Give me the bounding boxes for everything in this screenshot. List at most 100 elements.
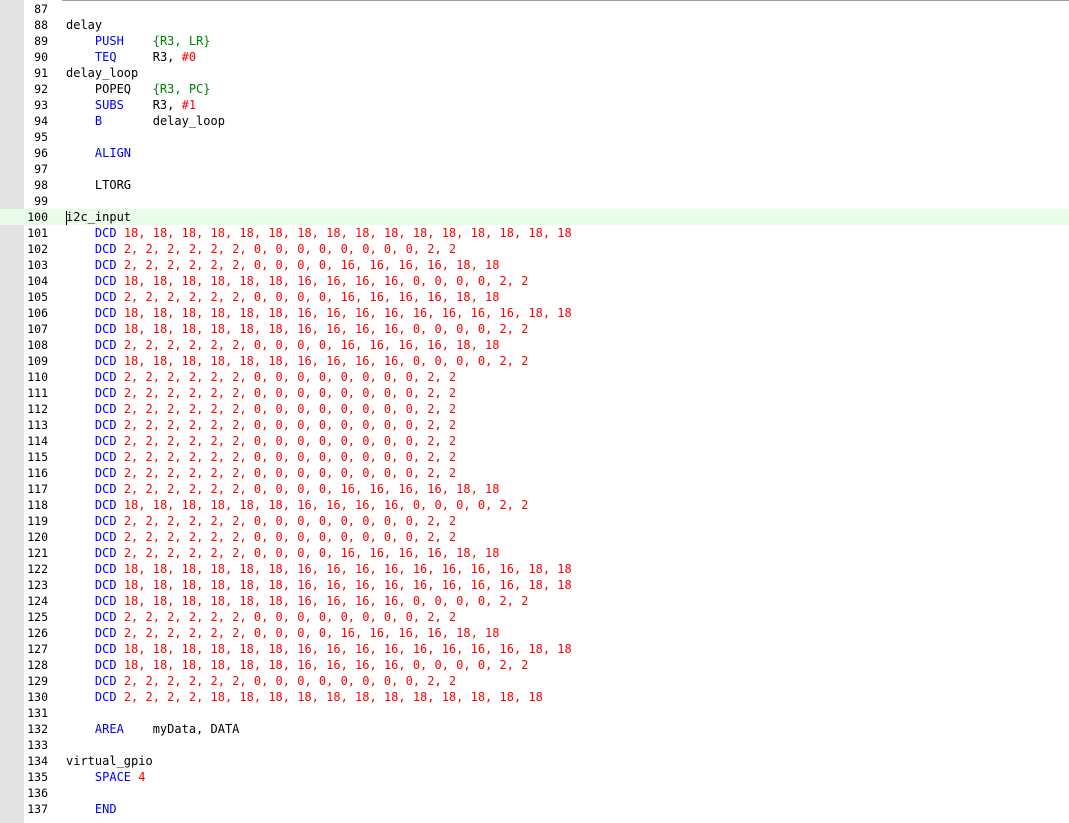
code-line[interactable]: 124 DCD 18, 18, 18, 18, 18, 18, 16, 16, … [0,593,1069,609]
line-text[interactable]: DCD 2, 2, 2, 2, 2, 2, 0, 0, 0, 0, 0, 0, … [66,401,456,417]
line-text[interactable]: DCD 18, 18, 18, 18, 18, 18, 16, 16, 16, … [66,353,529,369]
line-text[interactable]: AREA myData, DATA [66,721,240,737]
code-line[interactable]: 110 DCD 2, 2, 2, 2, 2, 2, 0, 0, 0, 0, 0,… [0,369,1069,385]
code-line[interactable]: 105 DCD 2, 2, 2, 2, 2, 2, 0, 0, 0, 0, 16… [0,289,1069,305]
code-line[interactable]: 109 DCD 18, 18, 18, 18, 18, 18, 16, 16, … [0,353,1069,369]
code-line[interactable]: 125 DCD 2, 2, 2, 2, 2, 2, 0, 0, 0, 0, 0,… [0,609,1069,625]
code-line[interactable]: 104 DCD 18, 18, 18, 18, 18, 18, 16, 16, … [0,273,1069,289]
code-line[interactable]: 127 DCD 18, 18, 18, 18, 18, 18, 16, 16, … [0,641,1069,657]
line-text[interactable]: DCD 2, 2, 2, 2, 2, 2, 0, 0, 0, 0, 16, 16… [66,257,500,273]
code-line[interactable]: 121 DCD 2, 2, 2, 2, 2, 2, 0, 0, 0, 0, 16… [0,545,1069,561]
code-line[interactable]: 94 B delay_loop [0,113,1069,129]
code-line[interactable]: 119 DCD 2, 2, 2, 2, 2, 2, 0, 0, 0, 0, 0,… [0,513,1069,529]
line-text[interactable]: DCD 18, 18, 18, 18, 18, 18, 16, 16, 16, … [66,577,572,593]
code-line[interactable]: 97 [0,161,1069,177]
code-line[interactable]: 117 DCD 2, 2, 2, 2, 2, 2, 0, 0, 0, 0, 16… [0,481,1069,497]
code-line[interactable]: 134 virtual_gpio [0,753,1069,769]
code-line[interactable]: 133 [0,737,1069,753]
code-line[interactable]: 106 DCD 18, 18, 18, 18, 18, 18, 16, 16, … [0,305,1069,321]
code-line[interactable]: 88 delay [0,17,1069,33]
line-text[interactable]: DCD 2, 2, 2, 2, 2, 2, 0, 0, 0, 0, 0, 0, … [66,609,456,625]
line-text[interactable]: DCD 18, 18, 18, 18, 18, 18, 16, 16, 16, … [66,561,572,577]
code-line[interactable]: 100 i2c_input [0,209,1069,225]
code-line[interactable]: 112 DCD 2, 2, 2, 2, 2, 2, 0, 0, 0, 0, 0,… [0,401,1069,417]
code-line[interactable]: 120 DCD 2, 2, 2, 2, 2, 2, 0, 0, 0, 0, 0,… [0,529,1069,545]
code-line[interactable]: 113 DCD 2, 2, 2, 2, 2, 2, 0, 0, 0, 0, 0,… [0,417,1069,433]
code-line[interactable]: 128 DCD 18, 18, 18, 18, 18, 18, 16, 16, … [0,657,1069,673]
code-line[interactable]: 116 DCD 2, 2, 2, 2, 2, 2, 0, 0, 0, 0, 0,… [0,465,1069,481]
line-number: 131 [27,706,48,720]
code-line[interactable]: 93 SUBS R3, #1 [0,97,1069,113]
code-line[interactable]: 96 ALIGN [0,145,1069,161]
code-line[interactable]: 126 DCD 2, 2, 2, 2, 2, 2, 0, 0, 0, 0, 16… [0,625,1069,641]
code-line[interactable]: 136 [0,785,1069,801]
line-text[interactable]: delay_loop [66,65,138,81]
code-line[interactable]: 111 DCD 2, 2, 2, 2, 2, 2, 0, 0, 0, 0, 0,… [0,385,1069,401]
line-text[interactable]: DCD 18, 18, 18, 18, 18, 18, 16, 16, 16, … [66,273,529,289]
line-text[interactable]: DCD 2, 2, 2, 2, 2, 2, 0, 0, 0, 0, 0, 0, … [66,673,456,689]
line-text[interactable]: DCD 2, 2, 2, 2, 2, 2, 0, 0, 0, 0, 0, 0, … [66,417,456,433]
code-line[interactable]: 90 TEQ R3, #0 [0,49,1069,65]
code-line[interactable]: 92 POPEQ {R3, PC} [0,81,1069,97]
code-line[interactable]: 115 DCD 2, 2, 2, 2, 2, 2, 0, 0, 0, 0, 0,… [0,449,1069,465]
code-line[interactable]: 135 SPACE 4 [0,769,1069,785]
line-text[interactable]: DCD 18, 18, 18, 18, 18, 18, 16, 16, 16, … [66,641,572,657]
code-line[interactable]: 87 [0,1,1069,17]
line-text[interactable]: TEQ R3, #0 [66,49,196,65]
line-text[interactable]: DCD 18, 18, 18, 18, 18, 18, 16, 16, 16, … [66,657,529,673]
line-text[interactable]: PUSH {R3, LR} [66,33,211,49]
line-text[interactable]: ALIGN [66,145,131,161]
line-text[interactable]: DCD 2, 2, 2, 2, 2, 2, 0, 0, 0, 0, 16, 16… [66,545,500,561]
code-editor[interactable]: 87 88 delay 89 PUSH {R3, LR} 90 TEQ R3, #0 91… [0,0,1069,823]
line-text[interactable]: DCD 18, 18, 18, 18, 18, 18, 16, 16, 16, … [66,305,572,321]
line-text[interactable]: B delay_loop [66,113,225,129]
code-line[interactable]: 107 DCD 18, 18, 18, 18, 18, 18, 16, 16, … [0,321,1069,337]
line-text[interactable]: DCD 2, 2, 2, 2, 2, 2, 0, 0, 0, 0, 0, 0, … [66,449,456,465]
line-text[interactable]: virtual_gpio [66,753,153,769]
line-text[interactable]: DCD 18, 18, 18, 18, 18, 18, 16, 16, 16, … [66,321,529,337]
line-text[interactable]: DCD 2, 2, 2, 2, 2, 2, 0, 0, 0, 0, 0, 0, … [66,369,456,385]
line-text[interactable]: DCD 18, 18, 18, 18, 18, 18, 18, 18, 18, … [66,225,572,241]
line-text[interactable]: DCD 2, 2, 2, 2, 2, 2, 0, 0, 0, 0, 16, 16… [66,625,500,641]
code-line[interactable]: 137 END [0,801,1069,817]
line-text[interactable]: delay [66,17,102,33]
code-line[interactable]: 91 delay_loop [0,65,1069,81]
code-line[interactable]: 108 DCD 2, 2, 2, 2, 2, 2, 0, 0, 0, 0, 16… [0,337,1069,353]
code-line[interactable]: 102 DCD 2, 2, 2, 2, 2, 2, 0, 0, 0, 0, 0,… [0,241,1069,257]
line-text[interactable]: DCD 2, 2, 2, 2, 2, 2, 0, 0, 0, 0, 0, 0, … [66,385,456,401]
code-line[interactable]: 89 PUSH {R3, LR} [0,33,1069,49]
code-line[interactable]: 99 [0,193,1069,209]
code-line[interactable]: 130 DCD 2, 2, 2, 2, 18, 18, 18, 18, 18, … [0,689,1069,705]
line-text[interactable]: LTORG [66,177,131,193]
code-line[interactable]: 129 DCD 2, 2, 2, 2, 2, 2, 0, 0, 0, 0, 0,… [0,673,1069,689]
code-line[interactable]: 98 LTORG [0,177,1069,193]
line-text[interactable]: DCD 2, 2, 2, 2, 2, 2, 0, 0, 0, 0, 16, 16… [66,289,500,305]
line-text[interactable]: i2c_input [66,209,131,225]
line-text[interactable]: DCD 18, 18, 18, 18, 18, 18, 16, 16, 16, … [66,593,529,609]
code-text-area[interactable]: 87 88 delay 89 PUSH {R3, LR} 90 TEQ R3, #0 91… [0,1,1069,817]
line-text[interactable]: SPACE 4 [66,769,146,785]
code-line[interactable]: 132 AREA myData, DATA [0,721,1069,737]
line-text[interactable]: SUBS R3, #1 [66,97,196,113]
code-line[interactable]: 114 DCD 2, 2, 2, 2, 2, 2, 0, 0, 0, 0, 0,… [0,433,1069,449]
line-text[interactable]: DCD 2, 2, 2, 2, 18, 18, 18, 18, 18, 18, … [66,689,543,705]
line-text[interactable]: DCD 2, 2, 2, 2, 2, 2, 0, 0, 0, 0, 16, 16… [66,481,500,497]
line-text[interactable]: DCD 2, 2, 2, 2, 2, 2, 0, 0, 0, 0, 0, 0, … [66,241,456,257]
code-line[interactable]: 103 DCD 2, 2, 2, 2, 2, 2, 0, 0, 0, 0, 16… [0,257,1069,273]
code-line[interactable]: 101 DCD 18, 18, 18, 18, 18, 18, 18, 18, … [0,225,1069,241]
line-text[interactable]: DCD 2, 2, 2, 2, 2, 2, 0, 0, 0, 0, 0, 0, … [66,513,456,529]
line-text[interactable]: DCD 2, 2, 2, 2, 2, 2, 0, 0, 0, 0, 0, 0, … [66,433,456,449]
line-text[interactable]: END [66,801,117,817]
code-line[interactable]: 118 DCD 18, 18, 18, 18, 18, 18, 16, 16, … [0,497,1069,513]
code-line[interactable]: 131 [0,705,1069,721]
code-line[interactable]: 122 DCD 18, 18, 18, 18, 18, 18, 16, 16, … [0,561,1069,577]
code-line[interactable]: 123 DCD 18, 18, 18, 18, 18, 18, 16, 16, … [0,577,1069,593]
line-text[interactable]: DCD 18, 18, 18, 18, 18, 18, 16, 16, 16, … [66,497,529,513]
line-text[interactable]: DCD 2, 2, 2, 2, 2, 2, 0, 0, 0, 0, 16, 16… [66,337,500,353]
line-number: 91 [34,66,48,80]
code-line[interactable]: 95 [0,129,1069,145]
line-text[interactable]: POPEQ {R3, PC} [66,81,211,97]
line-text[interactable]: DCD 2, 2, 2, 2, 2, 2, 0, 0, 0, 0, 0, 0, … [66,465,456,481]
line-text[interactable]: DCD 2, 2, 2, 2, 2, 2, 0, 0, 0, 0, 0, 0, … [66,529,456,545]
